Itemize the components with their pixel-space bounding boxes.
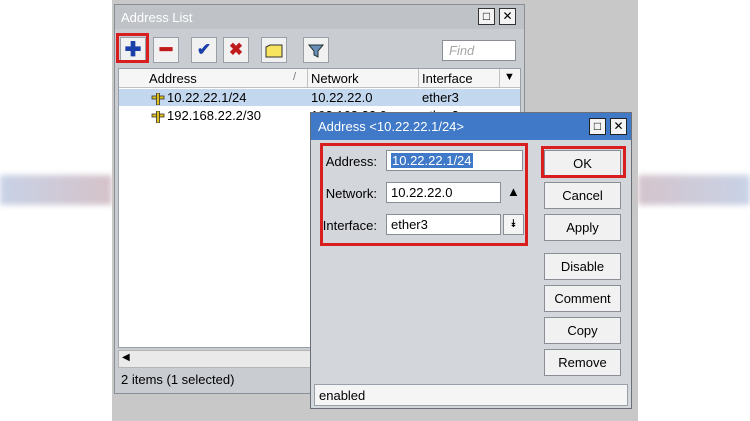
filter-icon [307,44,325,58]
scroll-left-icon[interactable]: ◀ [122,352,130,363]
filter-button[interactable] [303,37,329,63]
column-address[interactable]: Address [149,71,197,86]
comment-button[interactable] [261,37,287,63]
background-blur-right [638,175,750,205]
highlight-form-fields [320,143,528,246]
table-row[interactable]: 10.22.22.1/24 10.22.22.0 ether3 [119,89,520,106]
minus-icon: ━ [159,39,173,61]
ip-address-icon [151,92,165,105]
row-interface: ether3 [422,90,459,105]
close-button[interactable]: ✕ [499,8,516,25]
address-list-title: Address List [121,10,193,25]
background-blur-left [0,175,112,205]
highlight-add-button [116,33,149,63]
background-right [638,0,750,421]
dialog-status-bar: enabled [314,384,628,406]
remove-button[interactable]: ━ [153,37,179,63]
column-menu-icon[interactable]: ▼ [504,71,515,83]
cancel-button[interactable]: Cancel [544,182,621,209]
background-left [0,0,112,421]
column-network[interactable]: Network [311,71,359,86]
enable-button[interactable]: ✔ [191,37,217,63]
address-dialog-titlebar: Address <10.22.22.1/24> □ ✕ [311,113,631,140]
list-status-text: 2 items (1 selected) [121,372,235,387]
address-list-titlebar: Address List □ ✕ [115,5,524,29]
x-icon: ✖ [228,40,244,59]
disable-button[interactable]: Disable [544,253,621,280]
copy-button[interactable]: Copy [544,317,621,344]
dialog-close-button[interactable]: ✕ [610,118,627,135]
highlight-ok-button [541,146,626,178]
ip-address-icon [151,110,165,123]
sort-indicator: / [293,71,297,83]
table-header: Address / Network Interface ▼ [119,69,520,88]
horizontal-scrollbar[interactable]: ◀ [118,350,313,368]
row-network: 10.22.22.0 [311,90,373,105]
row-address: 10.22.22.1/24 [167,90,247,105]
disable-button[interactable]: ✖ [223,37,249,63]
maximize-button[interactable]: □ [478,8,495,25]
find-input[interactable]: Find [442,40,516,61]
dialog-maximize-button[interactable]: □ [589,118,606,135]
address-dialog-title: Address <10.22.22.1/24> [318,119,465,134]
note-icon [265,44,283,58]
check-icon: ✔ [196,40,212,59]
apply-button[interactable]: Apply [544,214,621,241]
column-interface[interactable]: Interface [422,71,473,86]
remove-button[interactable]: Remove [544,349,621,376]
row-address: 192.168.22.2/30 [167,108,261,123]
comment-button[interactable]: Comment [544,285,621,312]
